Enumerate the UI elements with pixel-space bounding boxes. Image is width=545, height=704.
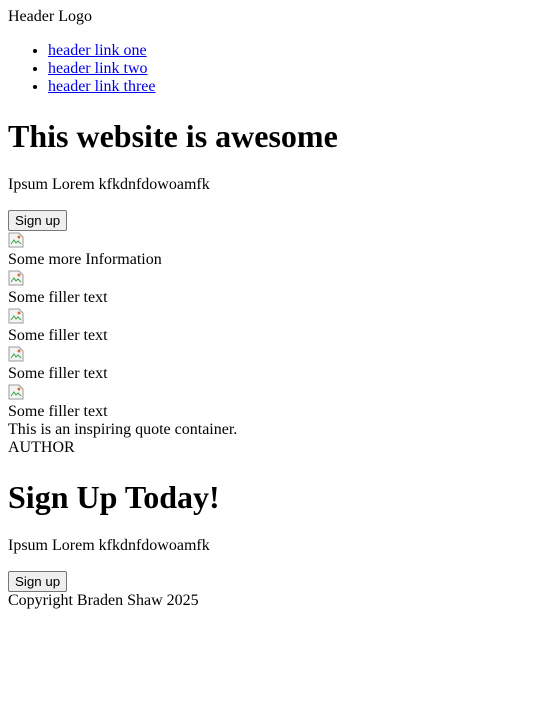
info-item-text: Some filler text: [8, 403, 108, 420]
header-nav-item: header link three: [48, 78, 156, 96]
hero-title: This website is awesome: [8, 118, 338, 154]
signup-title: Sign Up Today!: [8, 479, 220, 515]
broken-image-icon: [8, 308, 24, 324]
info-item-text: Some filler text: [8, 327, 108, 344]
info-item-text: Some filler text: [8, 289, 108, 306]
info-heading: Some more Information: [8, 251, 162, 268]
hero-signup-button[interactable]: Sign up: [8, 210, 68, 231]
broken-image-icon: [8, 384, 24, 400]
header-logo: Header Logo: [8, 8, 92, 25]
header-link-one[interactable]: header link one: [48, 42, 147, 59]
signup-text: Ipsum Lorem kfkdnfdowoamfk: [8, 537, 210, 554]
header-link-three[interactable]: header link three: [48, 78, 156, 95]
header-nav-item: header link one: [48, 42, 156, 60]
broken-image-icon: [8, 232, 24, 248]
header-nav-item: header link two: [48, 60, 156, 78]
footer-copyright: Copyright Braden Shaw 2025: [8, 592, 199, 609]
header-nav: header link one header link two header l…: [8, 42, 156, 96]
quote-author: AUTHOR: [8, 439, 75, 456]
info-item-text: Some filler text: [8, 365, 108, 382]
broken-image-icon: [8, 270, 24, 286]
hero-text: Ipsum Lorem kfkdnfdowoamfk: [8, 176, 210, 193]
header-link-two[interactable]: header link two: [48, 60, 148, 77]
broken-image-icon: [8, 346, 24, 362]
quote-text: This is an inspiring quote container.: [8, 421, 238, 438]
signup-button[interactable]: Sign up: [8, 571, 68, 592]
